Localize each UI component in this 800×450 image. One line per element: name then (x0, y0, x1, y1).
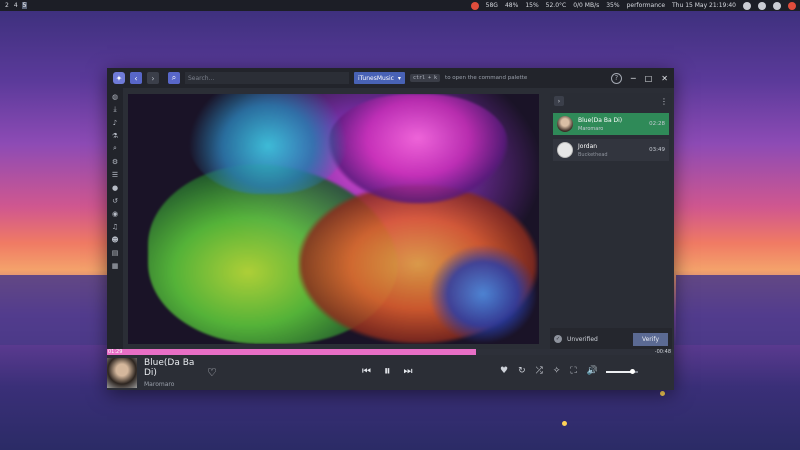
workspace-item-current[interactable]: 5 (21, 2, 28, 9)
decor-dot (660, 391, 665, 396)
heart-icon[interactable]: ♡ (207, 366, 217, 379)
track-thumbnail (557, 142, 573, 158)
bluetooth-icon[interactable] (743, 1, 751, 10)
magic-wand-icon[interactable]: ✧ (553, 366, 561, 376)
app-logo-icon: ✦ (113, 72, 125, 84)
gear-icon[interactable]: ⚙ (110, 156, 121, 167)
gamepad-icon[interactable]: ◍ (110, 91, 121, 102)
search-input[interactable] (185, 72, 349, 84)
search-icon[interactable]: ⌕ (110, 143, 121, 154)
clock[interactable]: Thu 15 May 21:19:40 (672, 2, 736, 9)
playback-controls: ⏮ ⏸ ⏭ (362, 364, 413, 379)
verification-bar: ✓ Unverified Verify (550, 328, 672, 350)
system-topbar: 2 4 5 58G 48% 15% 52.0°C 0/0 MB/s 35% pe… (0, 0, 800, 11)
track-artist[interactable]: Maromaro (144, 381, 204, 388)
shortcut-key: ctrl + k (409, 74, 441, 82)
verify-button[interactable]: Verify (632, 332, 668, 346)
power-mode[interactable]: performance (627, 2, 665, 9)
city-skyline-left (0, 275, 120, 345)
music-visualizer (128, 94, 539, 344)
close-button[interactable]: ✕ (661, 74, 668, 83)
queue-header: › ⋮ (550, 93, 672, 109)
visualizer-blob (188, 94, 348, 194)
track-title: Blue(Da Ba Di) (144, 357, 195, 378)
volume-slider[interactable] (606, 369, 638, 374)
app-window: ✦ ‹ › ⌕ iTunesMusic ▾ ctrl + k to open t… (107, 68, 674, 390)
shortcut-hint: to open the command palette (445, 75, 528, 81)
queue-item-title: Jordan (578, 142, 598, 150)
workspace-item[interactable]: 2 (4, 2, 10, 9)
user-icon[interactable]: ☻ (110, 234, 121, 245)
back-button[interactable]: ‹ (130, 72, 142, 84)
titlebar: ✦ ‹ › ⌕ iTunesMusic ▾ ctrl + k to open t… (107, 68, 674, 88)
queue-item-artist: Buckethead (578, 151, 608, 158)
heartbeat-icon[interactable]: ♥ (500, 366, 508, 376)
chevron-right-icon[interactable]: › (554, 96, 564, 106)
decor-dot (562, 421, 567, 426)
temperature-stat: 52.0°C (545, 2, 567, 9)
minimize-button[interactable]: ─ (631, 74, 636, 83)
volume-slider-handle[interactable] (629, 369, 635, 374)
forward-button[interactable]: › (147, 72, 159, 84)
search-icon[interactable]: ⌕ (168, 72, 180, 84)
tray-app-icon[interactable] (773, 1, 781, 10)
city-skyline-right (676, 275, 800, 345)
more-options-icon[interactable]: ⋮ (660, 97, 668, 106)
help-icon[interactable]: ? (610, 72, 622, 84)
queue-item-duration: 03:49 (649, 147, 665, 153)
window-controls: ? ─ □ ✕ (610, 72, 668, 84)
track-thumbnail (557, 116, 573, 132)
fullscreen-icon[interactable]: ⛶ (570, 366, 576, 376)
microphone-icon[interactable]: ♪ (110, 117, 121, 128)
queue-item[interactable]: Jordan Buckethead 03:49 (553, 139, 669, 161)
queue-item[interactable]: Blue(Da Ba Di) Maromaro 02:28 (553, 113, 669, 135)
sidebar: ◍ ⤓ ♪ ⚗ ⌕ ⚙ ☰ ● ↺ ◉ ♫ ☻ ▤ ▦ (107, 88, 123, 350)
disk-stat: 58G (485, 2, 498, 9)
queue-panel: › ⋮ Blue(Da Ba Di) Maromaro 02:28 Jordan… (550, 93, 672, 350)
list-icon[interactable]: ☰ (110, 169, 121, 180)
pause-button[interactable]: ⏸ (384, 364, 391, 379)
history-icon[interactable]: ↺ (110, 195, 121, 206)
check-circle-icon: ✓ (554, 335, 562, 343)
network-stat: 0/0 MB/s (573, 2, 600, 9)
repeat-icon[interactable]: ↻ (518, 366, 526, 376)
grid-icon[interactable]: ▦ (110, 260, 121, 271)
source-label: iTunesMusic (358, 74, 394, 82)
volume-icon[interactable]: 🔊 (587, 366, 598, 376)
browser-icon[interactable] (470, 1, 479, 10)
file-icon[interactable]: ▤ (110, 247, 121, 258)
secondary-controls: ♥ ↻ ⤮ ✧ ⛶ 🔊 (500, 366, 598, 376)
drop-icon[interactable]: ● (110, 182, 121, 193)
disc-icon[interactable]: ◉ (110, 208, 121, 219)
next-track-button[interactable]: ⏭ (404, 366, 413, 377)
chevron-down-icon: ▾ (397, 74, 401, 82)
tray-app-icon[interactable] (758, 1, 766, 10)
album-cover[interactable] (107, 357, 137, 388)
visualizer-blob (328, 94, 508, 204)
memory-stat: 48% (504, 2, 519, 9)
verification-status: Unverified (567, 335, 598, 343)
shuffle-icon[interactable]: ⤮ (536, 366, 543, 376)
battery-stat: 35% (606, 2, 620, 9)
flask-icon[interactable]: ⚗ (110, 130, 121, 141)
workspace-item[interactable]: 4 (13, 2, 19, 9)
queue-item-title: Blue(Da Ba Di) (578, 116, 623, 124)
track-info: Blue(Da Ba Di) Maromaro (144, 358, 204, 388)
maximize-button[interactable]: □ (645, 74, 653, 83)
previous-track-button[interactable]: ⏮ (362, 366, 371, 377)
music-note-icon[interactable]: ♫ (110, 221, 121, 232)
tray-app-icon[interactable] (788, 1, 796, 10)
cpu-stat: 15% (525, 2, 539, 9)
player-bar: Blue(Da Ba Di) Maromaro ♡ ⏮ ⏸ ⏭ ♥ ↻ ⤮ ✧ … (107, 355, 674, 390)
source-select[interactable]: iTunesMusic ▾ (354, 72, 405, 84)
workspace-switcher[interactable]: 2 4 5 (4, 2, 28, 9)
download-icon[interactable]: ⤓ (110, 104, 121, 115)
queue-item-artist: Maromaro (578, 125, 604, 132)
queue-item-duration: 02:28 (649, 121, 665, 127)
volume-slider-fill (606, 371, 632, 373)
visualizer-blob (428, 244, 538, 344)
